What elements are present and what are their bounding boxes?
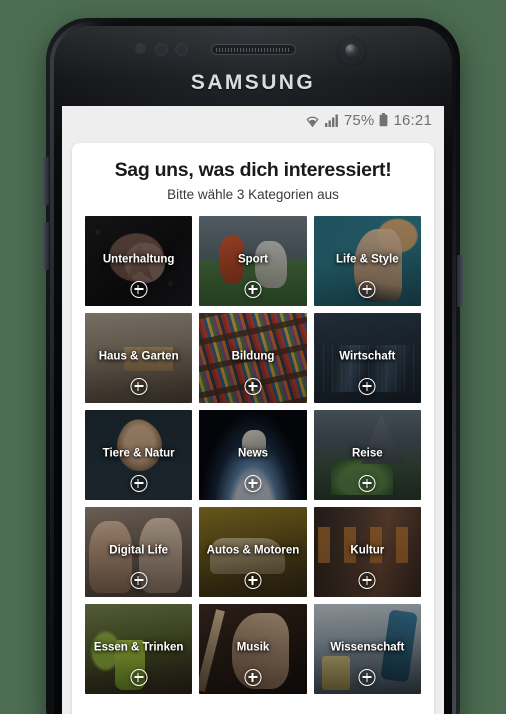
plus-circle-icon[interactable] (358, 281, 376, 298)
category-tile[interactable]: Autos & Motoren (199, 507, 307, 597)
category-tile-label: Digital Life (109, 544, 169, 557)
category-tile[interactable]: Essen & Trinken (85, 604, 193, 694)
plus-circle-icon[interactable] (130, 281, 148, 298)
category-tile[interactable]: Life & Style (313, 216, 421, 306)
category-tile-label: Sport (237, 253, 268, 266)
category-tile[interactable]: Haus & Garten (85, 313, 193, 403)
category-tile-label: Wirtschaft (339, 350, 396, 363)
category-tile-label: Tiere & Natur (102, 447, 175, 460)
category-tile-label: Unterhaltung (102, 253, 175, 266)
interests-card: Sag uns, was dich interessiert! Bitte wä… (72, 143, 434, 714)
category-tile[interactable]: Unterhaltung (85, 216, 193, 306)
plus-circle-icon[interactable] (358, 475, 376, 492)
battery-percent: 75% (343, 111, 375, 129)
plus-circle-icon[interactable] (130, 669, 148, 686)
wifi-icon (305, 114, 320, 127)
category-tile-label: Kultur (350, 544, 385, 557)
category-tile-label: Reise (351, 447, 383, 460)
plus-circle-icon[interactable] (244, 669, 262, 686)
plus-circle-icon[interactable] (130, 378, 148, 395)
sensor-icon (155, 43, 168, 56)
plus-circle-icon[interactable] (244, 281, 262, 298)
plus-circle-icon[interactable] (244, 475, 262, 492)
category-tile[interactable]: Digital Life (85, 507, 193, 597)
screenshot-stage: SAMSUNG 75% 16:21 Sag uns, was dich inte… (0, 0, 506, 714)
page-subtitle: Bitte wähle 3 Kategorien aus (167, 187, 339, 202)
plus-circle-icon[interactable] (130, 572, 148, 589)
plus-circle-icon[interactable] (130, 475, 148, 492)
signal-bars-icon (324, 114, 339, 127)
plus-circle-icon[interactable] (358, 378, 376, 395)
category-tile-label: Essen & Trinken (93, 641, 184, 654)
power-button[interactable] (457, 255, 464, 307)
category-tile-label: Musik (236, 641, 270, 654)
brand-logo: SAMSUNG (190, 71, 316, 94)
battery-icon (379, 113, 388, 127)
category-tile[interactable]: Tiere & Natur (85, 410, 193, 500)
plus-circle-icon[interactable] (244, 572, 262, 589)
category-tile-label: Haus & Garten (98, 350, 179, 363)
speaker-grille-icon (211, 44, 296, 55)
category-tile[interactable]: News (199, 410, 307, 500)
volume-up-button[interactable] (42, 157, 49, 205)
category-tile[interactable]: Wirtschaft (313, 313, 421, 403)
status-time: 16:21 (393, 111, 432, 129)
plus-circle-icon[interactable] (358, 669, 376, 686)
category-tile-label: Life & Style (336, 253, 399, 266)
category-tile[interactable]: Reise (313, 410, 421, 500)
category-tile-label: Autos & Motoren (206, 544, 300, 557)
category-tile-label: Wissenschaft (330, 641, 405, 654)
sensor-icon (135, 43, 146, 54)
phone-screen: 75% 16:21 Sag uns, was dich interessiert… (62, 106, 444, 714)
category-grid: Unterhaltung Sport Life & Style Haus & Gart… (85, 216, 421, 694)
sensor-icon (175, 43, 188, 56)
camera-icon (338, 38, 365, 65)
volume-down-button[interactable] (42, 222, 49, 270)
page-title: Sag uns, was dich interessiert! (114, 159, 392, 181)
category-tile[interactable]: Musik (199, 604, 307, 694)
category-tile-label: Bildung (231, 350, 275, 363)
plus-circle-icon[interactable] (358, 572, 376, 589)
category-tile[interactable]: Kultur (313, 507, 421, 597)
category-tile-label: News (237, 447, 269, 460)
status-bar: 75% 16:21 (62, 106, 444, 134)
plus-circle-icon[interactable] (244, 378, 262, 395)
category-tile[interactable]: Sport (199, 216, 307, 306)
category-tile[interactable]: Wissenschaft (313, 604, 421, 694)
category-tile[interactable]: Bildung (199, 313, 307, 403)
